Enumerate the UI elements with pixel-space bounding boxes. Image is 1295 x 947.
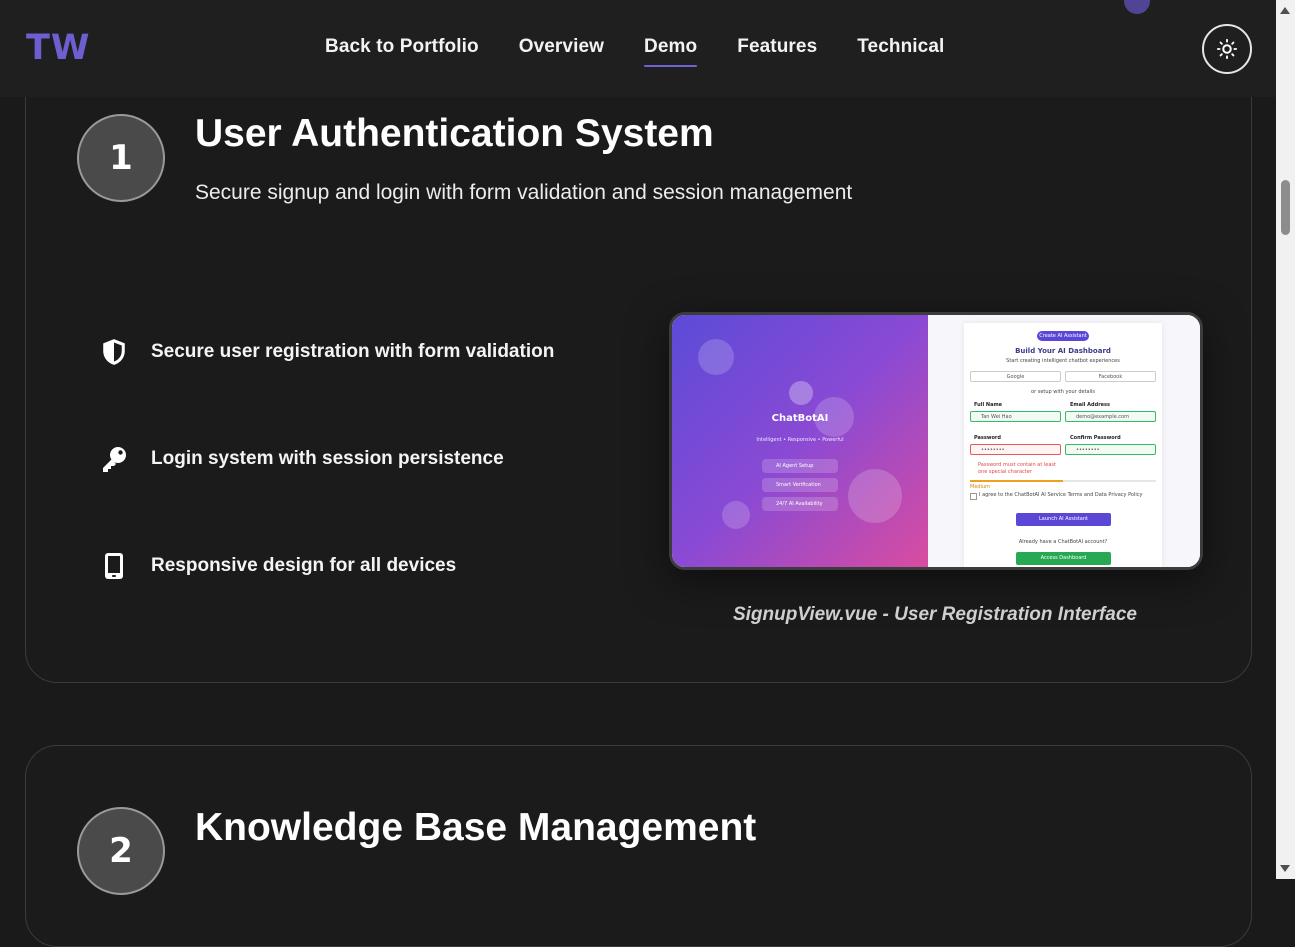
- confirm-password-field[interactable]: ••••••••: [1065, 444, 1156, 455]
- brand-tagline: Intelligent • Responsive • Powerful: [756, 437, 844, 443]
- decorative-bubble: [722, 501, 750, 529]
- form-subheading: Start creating intelligent chatbot exper…: [1006, 358, 1120, 364]
- create-assistant-badge: Create AI Assistant: [1037, 331, 1089, 341]
- strength-meter-fill: [970, 480, 1063, 482]
- password-label: Password: [974, 435, 1001, 441]
- feature-label: Login system with session persistence: [151, 448, 504, 469]
- feature-item: Login system with session persistence: [99, 444, 504, 474]
- signup-form-card: Create AI Assistant Build Your AI Dashbo…: [964, 323, 1162, 567]
- scrollbar-thumb[interactable]: [1281, 180, 1290, 235]
- feature-pill: 24/7 AI Availability: [762, 497, 838, 511]
- nav-overview[interactable]: Overview: [519, 36, 604, 58]
- full-name-field[interactable]: Tan Wei Hao: [970, 411, 1061, 422]
- step-description: Secure signup and login with form valida…: [195, 181, 853, 204]
- terms-text: I agree to the ChatBotAI AI Service Term…: [979, 492, 1143, 498]
- password-field[interactable]: ••••••••: [970, 444, 1061, 455]
- page-scrollbar[interactable]: [1276, 0, 1295, 879]
- scroll-down-arrow-icon[interactable]: [1280, 865, 1290, 872]
- confirm-password-label: Confirm Password: [1070, 435, 1121, 441]
- feature-label: Secure user registration with form valid…: [151, 341, 555, 362]
- signup-hero-panel: ChatBotAI Intelligent • Responsive • Pow…: [672, 315, 928, 567]
- divider-text: or setup with your details: [1031, 389, 1095, 395]
- feature-item: Responsive design for all devices: [99, 551, 456, 581]
- feature-label: Responsive design for all devices: [151, 555, 457, 576]
- main-nav: Back to Portfolio Overview Demo Features…: [325, 36, 944, 67]
- step-title: Knowledge Base Management: [195, 806, 757, 849]
- decorative-bubble: [698, 339, 734, 375]
- facebook-signup-button[interactable]: Facebook: [1065, 371, 1156, 382]
- feature-item: Secure user registration with form valid…: [99, 337, 554, 367]
- site-logo[interactable]: TW: [26, 28, 90, 68]
- step-title: User Authentication System: [195, 112, 714, 155]
- signup-screenshot: ChatBotAI Intelligent • Responsive • Pow…: [669, 312, 1203, 570]
- brand-name: ChatBotAI: [771, 413, 829, 424]
- nav-back-to-portfolio[interactable]: Back to Portfolio: [325, 36, 479, 58]
- step-number-badge: 1: [77, 114, 165, 202]
- access-dashboard-button[interactable]: Access Dashboard: [1016, 552, 1111, 565]
- theme-toggle-button[interactable]: [1202, 24, 1252, 74]
- decorative-bubble: [848, 469, 902, 523]
- shield-icon: [99, 337, 129, 367]
- signin-prompt: Already have a ChatBotAI account?: [1018, 539, 1108, 545]
- feature-pill: AI Agent Setup: [762, 459, 838, 473]
- strength-label: Medium: [970, 484, 990, 490]
- decorative-dot: [1124, 0, 1150, 14]
- nav-technical[interactable]: Technical: [857, 36, 944, 58]
- email-field[interactable]: demo@example.com: [1065, 411, 1156, 422]
- sun-icon: [1216, 38, 1238, 60]
- terms-checkbox[interactable]: [970, 493, 977, 500]
- feature-pill: Smart Verification: [762, 478, 838, 492]
- google-signup-button[interactable]: Google: [970, 371, 1061, 382]
- launch-assistant-button[interactable]: Launch AI Assistant: [1016, 513, 1111, 526]
- step-number-badge: 2: [77, 807, 165, 895]
- scroll-up-arrow-icon[interactable]: [1280, 7, 1290, 14]
- screenshot-caption: SignupView.vue - User Registration Inter…: [732, 604, 1138, 625]
- signup-form-panel: Create AI Assistant Build Your AI Dashbo…: [928, 315, 1200, 567]
- password-error-text: Password must contain at least one speci…: [978, 462, 1056, 475]
- top-navbar: TW Back to Portfolio Overview Demo Featu…: [0, 0, 1276, 97]
- nav-demo[interactable]: Demo: [644, 36, 698, 67]
- key-icon: [99, 444, 129, 474]
- chatbot-logo-icon: [789, 381, 813, 405]
- form-heading: Build Your AI Dashboard: [1015, 347, 1111, 355]
- nav-features[interactable]: Features: [737, 36, 817, 58]
- mobile-icon: [99, 551, 129, 581]
- email-label: Email Address: [1070, 402, 1111, 408]
- full-name-label: Full Name: [974, 402, 1003, 408]
- strength-meter: [970, 480, 1156, 482]
